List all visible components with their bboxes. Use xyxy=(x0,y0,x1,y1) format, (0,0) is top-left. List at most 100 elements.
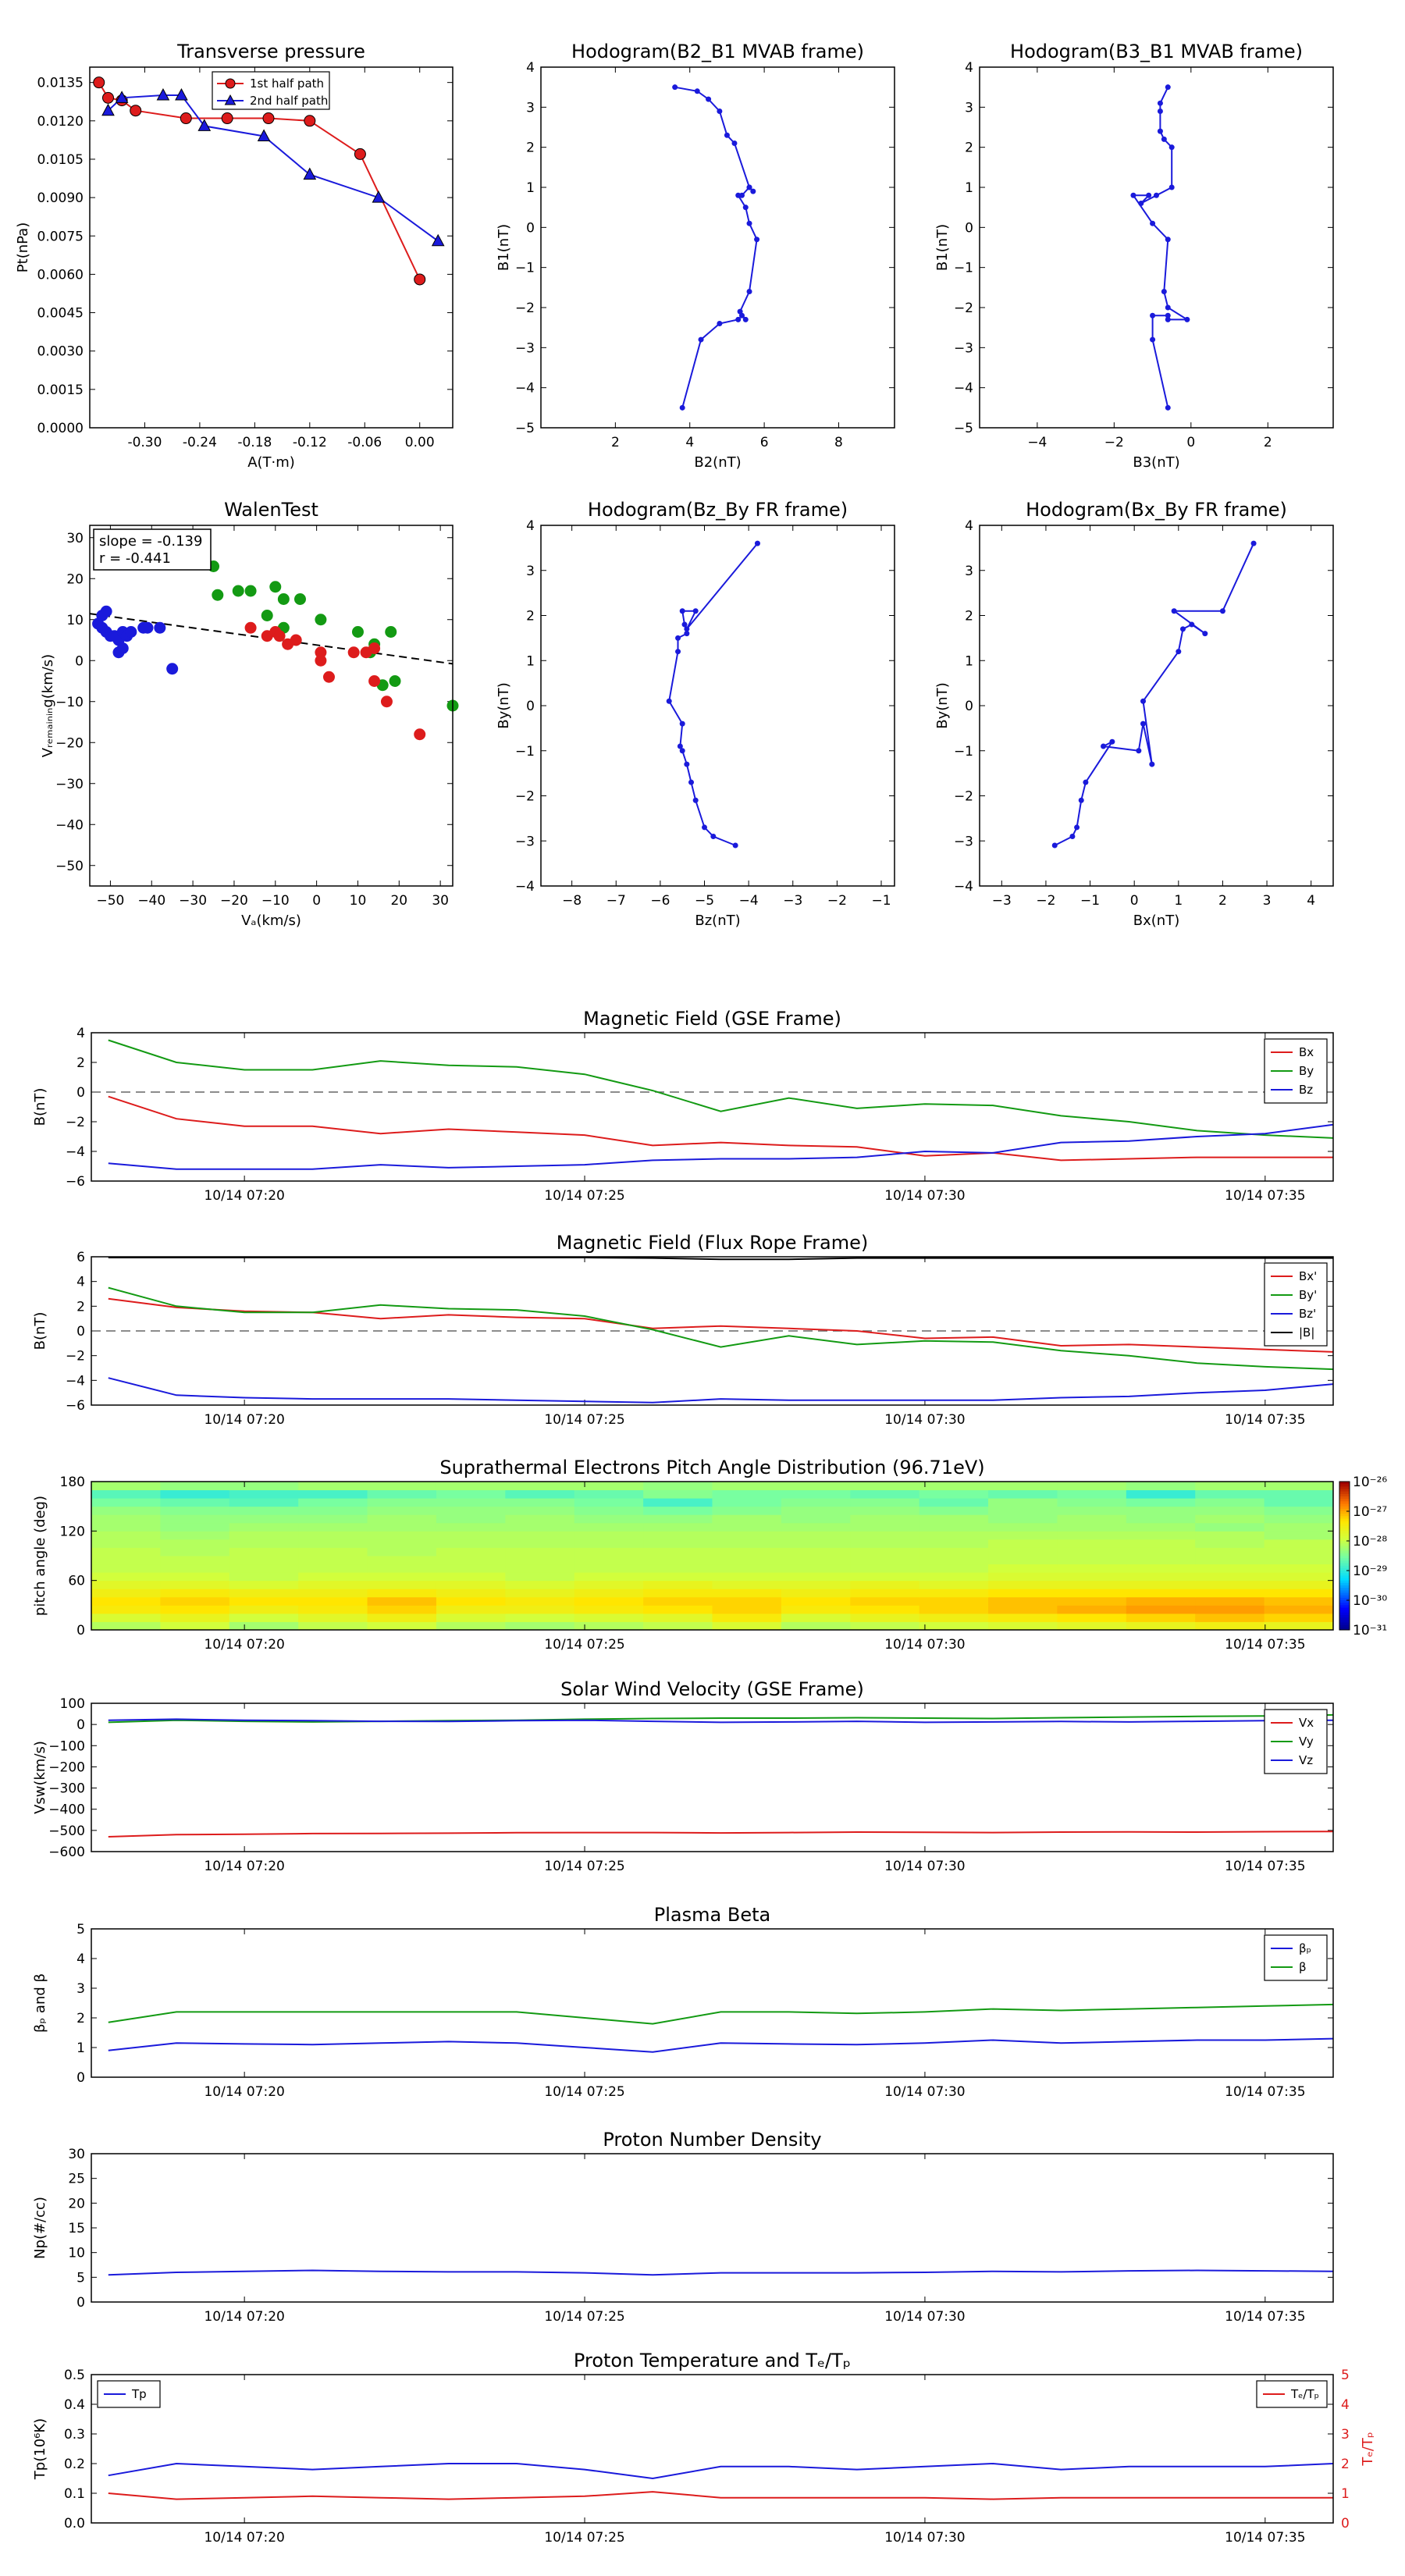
heatmap-cell xyxy=(850,1596,920,1606)
heatmap-cell xyxy=(91,1514,161,1524)
plot-area xyxy=(980,525,1333,886)
data-point xyxy=(717,108,723,114)
y-tick-label: 15 xyxy=(68,2221,85,2236)
heatmap-cell xyxy=(712,1506,782,1515)
heatmap-cell xyxy=(643,1564,713,1573)
heatmap-cell xyxy=(1264,1580,1334,1589)
heatmap-cell xyxy=(91,1531,161,1540)
data-point xyxy=(1165,316,1171,322)
data-point xyxy=(1109,738,1115,745)
legend-label: Bz' xyxy=(1299,1307,1316,1321)
legend-label: Bz xyxy=(1299,1083,1313,1097)
y-tick-label: 30 xyxy=(68,2147,85,2162)
heatmap-cell xyxy=(1057,1489,1127,1499)
legend-label: Vy xyxy=(1299,1735,1314,1749)
scatter-point-group-2 xyxy=(414,728,426,741)
heatmap-cell xyxy=(367,1556,437,1565)
heatmap-cell xyxy=(505,1564,575,1573)
data-point xyxy=(1078,797,1084,803)
colorbar-segment xyxy=(1339,1523,1350,1527)
y-tick-label: 2 xyxy=(76,2011,85,2026)
y-tick-label: 100 xyxy=(60,1696,85,1712)
heatmap-cell xyxy=(229,1498,299,1507)
y-tick-label: 1 xyxy=(76,2041,85,2056)
heatmap-cell xyxy=(1126,1531,1196,1540)
heatmap-cell xyxy=(574,1498,644,1507)
x-tick-label: 10/14 07:30 xyxy=(884,1412,965,1428)
heatmap-cell xyxy=(1126,1613,1196,1622)
heatmap-cell xyxy=(919,1514,989,1524)
heatmap-cell xyxy=(574,1489,644,1499)
heatmap-cell xyxy=(712,1589,782,1598)
heatmap-cell xyxy=(781,1596,851,1606)
legend-label: Vz xyxy=(1299,1753,1313,1767)
scatter-point-group-1 xyxy=(389,675,401,687)
data-point xyxy=(750,188,756,194)
y-tick-label: −30 xyxy=(55,777,84,792)
data-point xyxy=(724,132,730,138)
x-tick-label: 10/14 07:25 xyxy=(544,1637,624,1653)
x-tick-label: 10/14 07:25 xyxy=(544,2084,624,2100)
heatmap-cell xyxy=(1126,1506,1196,1515)
heatmap-cell xyxy=(988,1489,1058,1499)
y-right-tick-label: 5 xyxy=(1341,2368,1350,2383)
scatter-point-group-0 xyxy=(141,621,154,634)
heatmap-cell xyxy=(574,1589,644,1598)
x-tick-label: 3 xyxy=(1263,893,1272,909)
colorbar-segment xyxy=(1339,1622,1350,1626)
heatmap-cell xyxy=(298,1489,368,1499)
heatmap-cell xyxy=(436,1596,506,1606)
heatmap-cell xyxy=(298,1539,368,1548)
heatmap-cell xyxy=(367,1482,437,1491)
heatmap-cell xyxy=(1126,1572,1196,1582)
heatmap-cell xyxy=(367,1589,437,1598)
heatmap-cell xyxy=(781,1522,851,1532)
data-point xyxy=(679,404,685,411)
data-point xyxy=(1083,779,1089,785)
heatmap-cell xyxy=(988,1482,1058,1491)
heatmap-cell xyxy=(850,1531,920,1540)
heatmap-cell xyxy=(367,1539,437,1548)
heatmap-cell xyxy=(1057,1498,1127,1507)
heatmap-cell xyxy=(1057,1580,1127,1589)
x-tick-label: −5 xyxy=(695,893,714,909)
y-tick-label: −4 xyxy=(66,1144,85,1160)
heatmap-cell xyxy=(505,1580,575,1589)
data-point xyxy=(1150,312,1156,318)
heatmap-cell xyxy=(574,1580,644,1589)
heatmap-cell xyxy=(160,1580,230,1589)
x-tick-label: -0.30 xyxy=(127,435,162,450)
heatmap-cell xyxy=(367,1596,437,1606)
x-axis-label: Bx(nT) xyxy=(1133,913,1179,929)
heatmap-cell xyxy=(298,1596,368,1606)
panel-title: Hodogram(Bx_By FR frame) xyxy=(1026,499,1287,521)
colorbar-tick-label: 10⁻²⁶ xyxy=(1353,1475,1387,1490)
heatmap-cell xyxy=(505,1621,575,1631)
y-tick-label: 6 xyxy=(76,1250,85,1265)
y-tick-label: −2 xyxy=(515,789,535,805)
x-tick-label: −10 xyxy=(261,893,290,909)
heatmap-cell xyxy=(91,1498,161,1507)
data-point xyxy=(1157,100,1163,106)
x-tick-label: −1 xyxy=(1080,893,1100,909)
heatmap-cell xyxy=(1057,1522,1127,1532)
y-tick-label: 0 xyxy=(76,2070,85,2086)
data-point xyxy=(1140,698,1147,704)
heatmap-cell xyxy=(988,1506,1058,1515)
heatmap-cell xyxy=(505,1613,575,1622)
colorbar-segment xyxy=(1339,1620,1350,1623)
y-tick-label: 4 xyxy=(76,1026,85,1041)
y-tick-label: 3 xyxy=(965,564,973,579)
y-tick-label: 5 xyxy=(76,2270,85,2286)
heatmap-cell xyxy=(1195,1531,1265,1540)
data-point xyxy=(731,141,738,147)
y-tick-label: −3 xyxy=(515,834,535,849)
panel-walen_test: −50 −40 −30 −20 −10 0 10 20 30 −50 −40 −30 −20 −10 0 10… xyxy=(40,499,459,929)
data-point xyxy=(666,698,672,704)
legend-label: β xyxy=(1299,1960,1307,1974)
plot-area xyxy=(91,1703,1333,1852)
heatmap-cell xyxy=(574,1522,644,1532)
legend-label: |B| xyxy=(1299,1325,1314,1340)
x-tick-label: −3 xyxy=(783,893,802,909)
heatmap-cell xyxy=(712,1564,782,1573)
